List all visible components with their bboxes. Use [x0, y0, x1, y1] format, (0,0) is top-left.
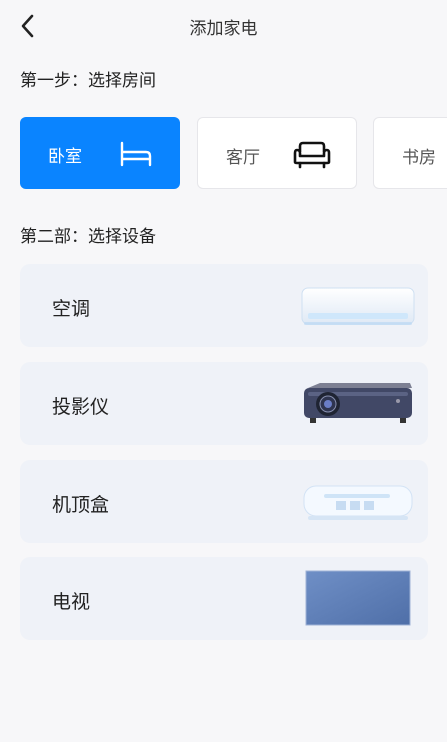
step1-label: 第一步：选择房间 [20, 71, 156, 91]
room-label: 客厅 [226, 148, 260, 168]
room-card-bedroom[interactable]: 卧室 [20, 117, 180, 189]
device-label: 电视 [52, 591, 91, 613]
page-title: 添加家电 [189, 19, 258, 39]
room-label: 卧室 [48, 147, 82, 167]
device-row-tv[interactable]: 电视 [20, 557, 428, 640]
device-label: 投影仪 [52, 396, 110, 418]
device-label: 空调 [52, 298, 91, 320]
room-card-living-room[interactable]: 客厅 [197, 117, 357, 189]
device-row-set-top-box[interactable]: 机顶盒 [20, 460, 428, 543]
device-row-projector[interactable]: 投影仪 [20, 362, 428, 445]
room-selector: 卧室 客厅 书房 [20, 117, 447, 189]
bed-icon [120, 141, 152, 167]
step2-label: 第二部：选择设备 [20, 227, 156, 247]
header-bar: 添加家电 [0, 0, 447, 54]
device-label: 机顶盒 [52, 494, 110, 516]
projector-image [304, 383, 412, 423]
tv-image [305, 570, 411, 626]
sofa-icon [293, 141, 331, 169]
set-top-box-image [303, 485, 413, 520]
room-card-study[interactable]: 书房 [373, 117, 447, 189]
device-row-air-conditioner[interactable]: 空调 [20, 264, 428, 347]
air-conditioner-image [301, 287, 415, 325]
room-label: 书房 [402, 148, 436, 168]
